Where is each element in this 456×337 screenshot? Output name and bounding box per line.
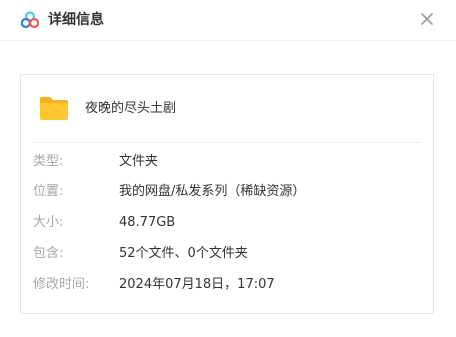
detail-value: 2024年07月18日，17:07	[119, 277, 275, 292]
baidu-netdisk-logo-icon	[21, 11, 39, 29]
detail-label: 类型:	[33, 154, 64, 169]
details-panel: 夜晚的尽头土剧 类型: 文件夹 位置: 我的网盘/私发系列（稀缺资源） 大小: …	[20, 74, 434, 314]
detail-value: 52个文件、0个文件夹	[119, 246, 248, 261]
divider	[33, 142, 421, 143]
close-icon[interactable]	[419, 11, 435, 27]
detail-row-contains: 包含: 52个文件、0个文件夹	[33, 245, 423, 263]
folder-name: 夜晚的尽头土剧	[85, 101, 177, 116]
detail-label: 位置:	[33, 184, 64, 199]
detail-label: 包含:	[33, 246, 64, 261]
dialog-title: 详细信息	[48, 12, 104, 28]
folder-icon	[40, 97, 68, 120]
detail-row-size: 大小: 48.77GB	[33, 214, 423, 232]
detail-row-type: 类型: 文件夹	[33, 153, 423, 171]
detail-value: 文件夹	[119, 154, 159, 169]
detail-row-modified: 修改时间: 2024年07月18日，17:07	[33, 276, 423, 294]
dialog-header: 详细信息	[0, 0, 456, 41]
detail-row-location: 位置: 我的网盘/私发系列（稀缺资源）	[33, 183, 423, 201]
detail-value: 我的网盘/私发系列（稀缺资源）	[119, 184, 306, 199]
detail-value: 48.77GB	[119, 215, 176, 230]
detail-label: 修改时间:	[33, 277, 90, 292]
detail-label: 大小:	[33, 215, 64, 230]
